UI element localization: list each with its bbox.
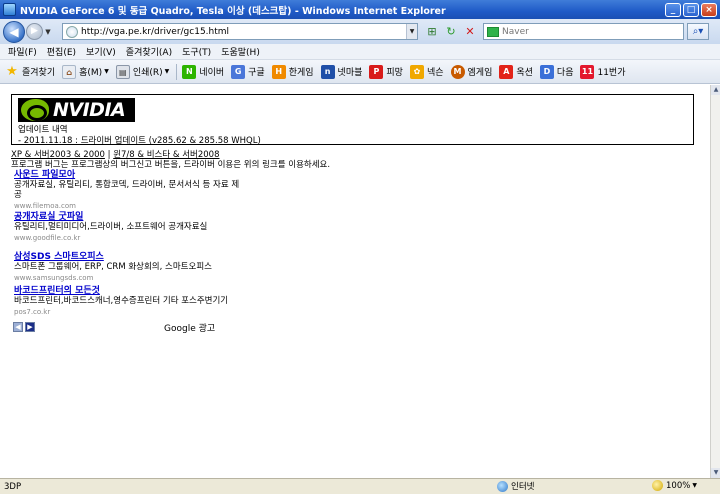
menu-file[interactable]: 파일(F) [8,45,37,58]
scroll-up-icon[interactable]: ▲ [711,85,720,95]
update-header-box: NVIDIA 업데이트 내역 - 2011.11.18 : 드라이버 업데이트 … [11,94,694,146]
link-hangame[interactable]: H 한게임 [271,64,314,79]
link-google[interactable]: G 구글 [231,64,265,79]
minimize-button[interactable]: _ [665,2,681,17]
favorites-button[interactable]: ★ 즐겨찾기 [5,63,55,79]
favorites-bar: ★ 즐겨찾기 ⌂ 홈(M) ▼ ▤ 인쇄(R) ▼ N 네이버 G 구글 H 한… [0,60,720,84]
window-controls: _ □ × [665,2,717,17]
ad-pager: ◀ ▶ [13,322,35,332]
zoom-level[interactable]: 100% ▼ [652,480,697,491]
google-ads-label[interactable]: Google 광고 [164,321,215,334]
compatibility-view-icon[interactable]: ⊞ [424,24,440,40]
maximize-button[interactable]: □ [683,2,699,17]
hangame-icon: H [271,64,286,79]
netmarble-icon: n [320,64,335,79]
ad-url[interactable]: www.samsungsds.com [14,274,244,282]
link-nexon[interactable]: ✿ 넥슨 [409,64,444,79]
previous-arrow-icon[interactable]: ◀ [13,322,23,332]
google-icon: G [231,64,246,79]
status-bar: 3DP 인터넷 100% ▼ [0,478,720,494]
ie-icon [3,3,16,16]
home-button[interactable]: ⌂ 홈(M) ▼ [62,64,109,79]
page-content: NVIDIA 업데이트 내역 - 2011.11.18 : 드라이버 업데이트 … [0,85,710,478]
globe-icon [497,480,508,492]
daum-icon: D [539,64,554,79]
ad-title[interactable]: 바코드프린터의 모든것 [14,283,244,296]
menu-view[interactable]: 보기(V) [86,45,116,58]
menu-tools[interactable]: 도구(T) [182,45,211,58]
search-input[interactable]: Naver [502,27,529,37]
ad-description: 유틸리티,멀티미디어,드라이버, 소프트웨어 공개자료실 [14,222,208,232]
back-button[interactable]: ◀ [3,20,25,43]
update-history-entry: - 2011.11.18 : 드라이버 업데이트 (v285.62 & 285.… [18,136,261,146]
menu-edit[interactable]: 편집(E) [47,45,76,58]
menu-help[interactable]: 도움말(H) [221,45,260,58]
zoom-icon [652,480,663,491]
search-box[interactable]: Naver [483,23,684,40]
naver-search-icon [487,26,499,37]
address-dropdown-icon[interactable]: ▼ [406,24,417,39]
status-text: 3DP [4,481,22,492]
ad-title[interactable]: 공개자료실 굿파일 [14,209,244,222]
nvidia-logo[interactable]: NVIDIA [18,98,135,122]
ad-url[interactable]: pos7.co.kr [14,308,244,316]
auction-icon: A [499,64,514,79]
page-icon [66,25,78,38]
ad-title[interactable]: 삼성SDS 스마트오피스 [14,249,244,262]
chevron-down-icon[interactable]: ▼ [165,68,170,75]
address-url[interactable]: http://vga.pe.kr/driver/gc15.html [81,27,406,37]
ad-item[interactable]: 사운드 파일모아 공개자료실, 유틸리티, 통합코덱, 드라이버, 문서서식 등… [14,167,244,210]
forward-button[interactable]: ▶ [26,23,43,40]
menu-bar: 파일(F) 편집(E) 보기(V) 즐겨찾기(A) 도구(T) 도움말(H) [0,44,720,60]
vertical-scrollbar[interactable]: ▲ ▼ [710,85,720,478]
search-button[interactable]: ⌕▾ [687,23,709,40]
pmang-icon: P [369,64,384,79]
ad-description: 바코드프린터,바코드스캐너,영수증프린터 기타 포스주변기기 [14,296,229,306]
11st-icon: 11 [580,64,595,79]
link-daum[interactable]: D 다음 [539,64,573,79]
ad-item[interactable]: 삼성SDS 스마트오피스 스마트폰 그룹웨어, ERP, CRM 화상회의, 스… [14,249,244,282]
toolbar-separator [176,63,178,80]
window-title: NVIDIA GeForce 6 및 동급 Quadro, Tesla 이상 (… [20,5,446,17]
naver-icon: N [182,64,197,79]
nvidia-eye-icon [21,99,49,121]
printer-icon: ▤ [115,64,130,79]
star-icon: ★ [6,63,18,79]
mgame-icon: M [450,64,465,79]
print-button[interactable]: ▤ 인쇄(R) ▼ [115,64,170,79]
close-button[interactable]: × [701,2,717,17]
stop-icon[interactable]: ✕ [462,24,478,40]
chevron-down-icon[interactable]: ▼ [104,68,109,75]
address-bar[interactable]: http://vga.pe.kr/driver/gc15.html ▼ [62,23,418,40]
link-auction[interactable]: A 옥션 [499,64,533,79]
home-icon: ⌂ [62,64,77,79]
recent-pages-dropdown[interactable]: ▼ [43,28,53,36]
refresh-icon[interactable]: ↻ [443,24,459,40]
link-naver[interactable]: N 네이버 [182,64,224,79]
link-pmang[interactable]: P 피망 [369,64,403,79]
security-zone[interactable]: 인터넷 [497,480,534,492]
chevron-down-icon[interactable]: ▼ [692,482,697,489]
link-11st[interactable]: 11 11번가 [580,64,626,79]
ad-url[interactable]: www.goodfile.co.kr [14,234,244,242]
ad-item[interactable]: 공개자료실 굿파일 유틸리티,멀티미디어,드라이버, 소프트웨어 공개자료실 w… [14,209,244,242]
ad-description: 공개자료실, 유틸리티, 통합코덱, 드라이버, 문서서식 등 자료 제공 [14,180,240,200]
link-mgame[interactable]: M 엠게임 [450,64,492,79]
link-netmarble[interactable]: n 넷마블 [320,64,362,79]
scroll-down-icon[interactable]: ▼ [711,468,720,478]
ad-item[interactable]: 바코드프린터의 모든것 바코드프린터,바코드스캐너,영수증프린터 기타 포스주변… [14,283,244,316]
menu-favorites[interactable]: 즐겨찾기(A) [126,45,172,58]
next-arrow-icon[interactable]: ▶ [25,322,35,332]
navigation-bar: ◀ ▶ ▼ http://vga.pe.kr/driver/gc15.html … [0,19,720,44]
title-bar: NVIDIA GeForce 6 및 동급 Quadro, Tesla 이상 (… [0,0,720,19]
ad-title[interactable]: 사운드 파일모아 [14,167,244,180]
ad-description: 스마트폰 그룹웨어, ERP, CRM 화상회의, 스마트오피스 [14,262,212,272]
nexon-icon: ✿ [409,64,424,79]
